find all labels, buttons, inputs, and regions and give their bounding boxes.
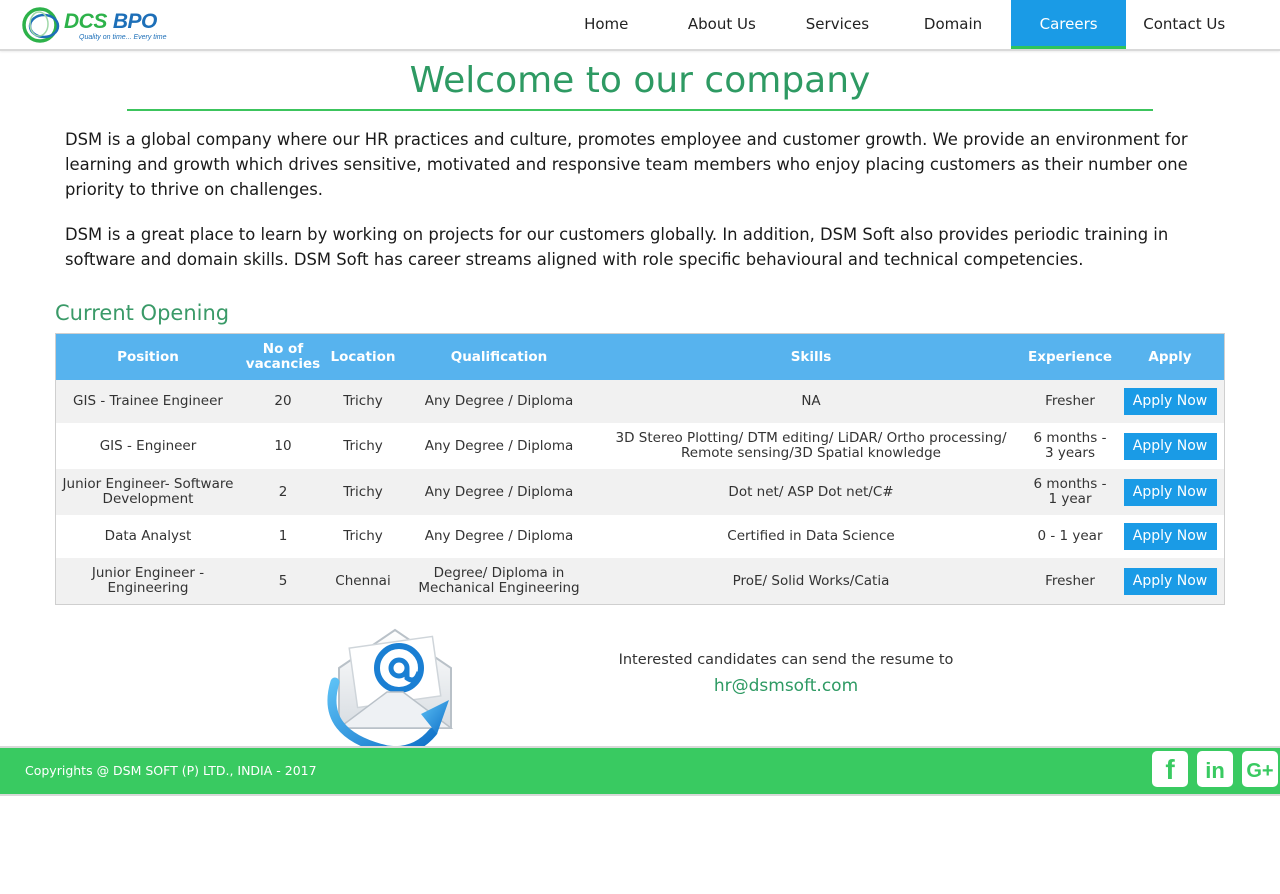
nav-domain[interactable]: Domain (895, 0, 1011, 49)
header-vacancies: No of vacancies (240, 334, 326, 380)
cell-qualification: Any Degree / Diploma (424, 393, 574, 409)
svg-text:in: in (1205, 758, 1225, 783)
cell-experience: Fresher (1045, 393, 1095, 409)
table-row: Junior Engineer- Software Development 2 … (56, 469, 1224, 515)
cell-apply: Apply Now (1116, 380, 1224, 423)
cell-apply: Apply Now (1116, 515, 1224, 558)
cell-qualification: Any Degree / Diploma (424, 437, 574, 454)
header-apply: Apply (1116, 334, 1224, 380)
nav-contact-us[interactable]: Contact Us (1126, 0, 1242, 49)
apply-now-button[interactable]: Apply Now (1123, 388, 1217, 415)
svg-text:f: f (1165, 754, 1175, 785)
cell-vacancies: 5 (278, 572, 288, 589)
table-row: Junior Engineer - Engineering 5 Chennai … (56, 558, 1224, 604)
logo-text: DCS BPO (64, 10, 157, 34)
cell-skills: 3D Stereo Plotting/ DTM editing/ LiDAR/ … (615, 430, 1007, 461)
table-row: Data Analyst 1 Trichy Any Degree / Diplo… (56, 515, 1224, 558)
svg-text:G+: G+ (1246, 760, 1273, 782)
cell-skills: NA (801, 393, 821, 409)
cell-skills: Certified in Data Science (727, 528, 895, 544)
cell-position: Data Analyst (104, 528, 192, 544)
apply-now-button[interactable]: Apply Now (1123, 432, 1217, 460)
openings-table: Position No of vacancies Location Qualif… (55, 333, 1225, 605)
contact-email-link[interactable]: hr@dsmsoft.com (600, 676, 972, 696)
cell-location: Trichy (343, 528, 383, 544)
apply-now-button[interactable]: Apply Now (1123, 478, 1217, 506)
header-skills: Skills (598, 334, 1024, 380)
intro-paragraph-1: DSM is a global company where our HR pra… (65, 130, 1188, 199)
cell-position: Junior Engineer- Software Development (62, 476, 234, 507)
title-divider (127, 109, 1153, 111)
facebook-icon[interactable]: f (1152, 751, 1188, 787)
cell-skills: ProE/ Solid Works/Catia (732, 572, 890, 589)
cell-vacancies: 1 (278, 528, 288, 544)
header-experience: Experience (1024, 334, 1116, 380)
copyright-text: Copyrights @ DSM SOFT (P) LTD., INDIA - … (25, 763, 317, 778)
cell-qualification: Degree/ Diploma in Mechanical Engineerin… (418, 565, 580, 596)
cell-experience: 6 months - 3 years (1033, 430, 1107, 461)
cell-apply: Apply Now (1116, 423, 1224, 469)
cell-vacancies: 20 (274, 393, 292, 409)
cell-apply: Apply Now (1116, 469, 1224, 515)
cell-qualification: Any Degree / Diploma (424, 483, 574, 500)
site-header: DCS BPO Quality on time... Every time Hom… (0, 0, 1280, 51)
contact-instruction: Interested candidates can send the resum… (618, 652, 954, 668)
cell-vacancies: 2 (278, 483, 288, 500)
nav-careers[interactable]: Careers (1010, 0, 1127, 49)
intro-paragraph-2: DSM is a great place to learn by working… (65, 225, 1169, 269)
cell-apply: Apply Now (1116, 558, 1224, 604)
linkedin-icon[interactable]: in (1197, 751, 1233, 787)
site-footer: Copyrights @ DSM SOFT (P) LTD., INDIA - … (0, 746, 1280, 796)
nav-about-us[interactable]: About Us (664, 0, 780, 49)
google-plus-icon[interactable]: G+ (1242, 751, 1278, 787)
page-title: Welcome to our company (409, 60, 871, 101)
logo-text-bpo: BPO (112, 10, 158, 33)
cell-location: Chennai (335, 572, 391, 589)
cell-position: Junior Engineer - Engineering (91, 565, 205, 596)
table-header-row: Position No of vacancies Location Qualif… (56, 334, 1224, 380)
apply-now-button[interactable]: Apply Now (1123, 523, 1217, 550)
cell-experience: 6 months - 1 year (1033, 476, 1107, 507)
cell-qualification: Any Degree / Diploma (424, 528, 574, 544)
logo-swirl-icon (22, 7, 60, 43)
cell-vacancies: 10 (274, 437, 292, 454)
header-qualification: Qualification (400, 334, 598, 380)
nav-services[interactable]: Services (780, 0, 896, 49)
table-row: GIS - Trainee Engineer 20 Trichy Any Deg… (56, 380, 1224, 423)
table-row: GIS - Engineer 10 Trichy Any Degree / Di… (56, 423, 1224, 469)
cell-experience: 0 - 1 year (1037, 528, 1103, 544)
social-links: f in G+ (1152, 751, 1278, 787)
company-logo[interactable]: DCS BPO Quality on time... Every time (22, 6, 172, 44)
cell-skills: Dot net/ ASP Dot net/C# (728, 483, 894, 500)
logo-text-dcs: DCS (64, 10, 107, 33)
intro-text: DSM is a global company where our HR pra… (65, 127, 1218, 272)
cell-location: Trichy (343, 483, 383, 500)
logo-tagline: Quality on time... Every time (79, 34, 167, 41)
cell-location: Trichy (343, 437, 383, 454)
header-location: Location (326, 334, 400, 380)
cell-position: GIS - Trainee Engineer (73, 393, 223, 409)
cell-location: Trichy (343, 393, 383, 409)
header-position: Position (56, 334, 240, 380)
cell-experience: Fresher (1045, 572, 1095, 589)
cell-position: GIS - Engineer (99, 437, 197, 454)
apply-now-button[interactable]: Apply Now (1123, 567, 1217, 595)
main-nav: Home About Us Services Domain Careers Co… (548, 0, 1242, 49)
openings-heading: Current Opening (55, 301, 230, 325)
email-envelope-icon (327, 628, 454, 756)
nav-home[interactable]: Home (548, 0, 664, 49)
